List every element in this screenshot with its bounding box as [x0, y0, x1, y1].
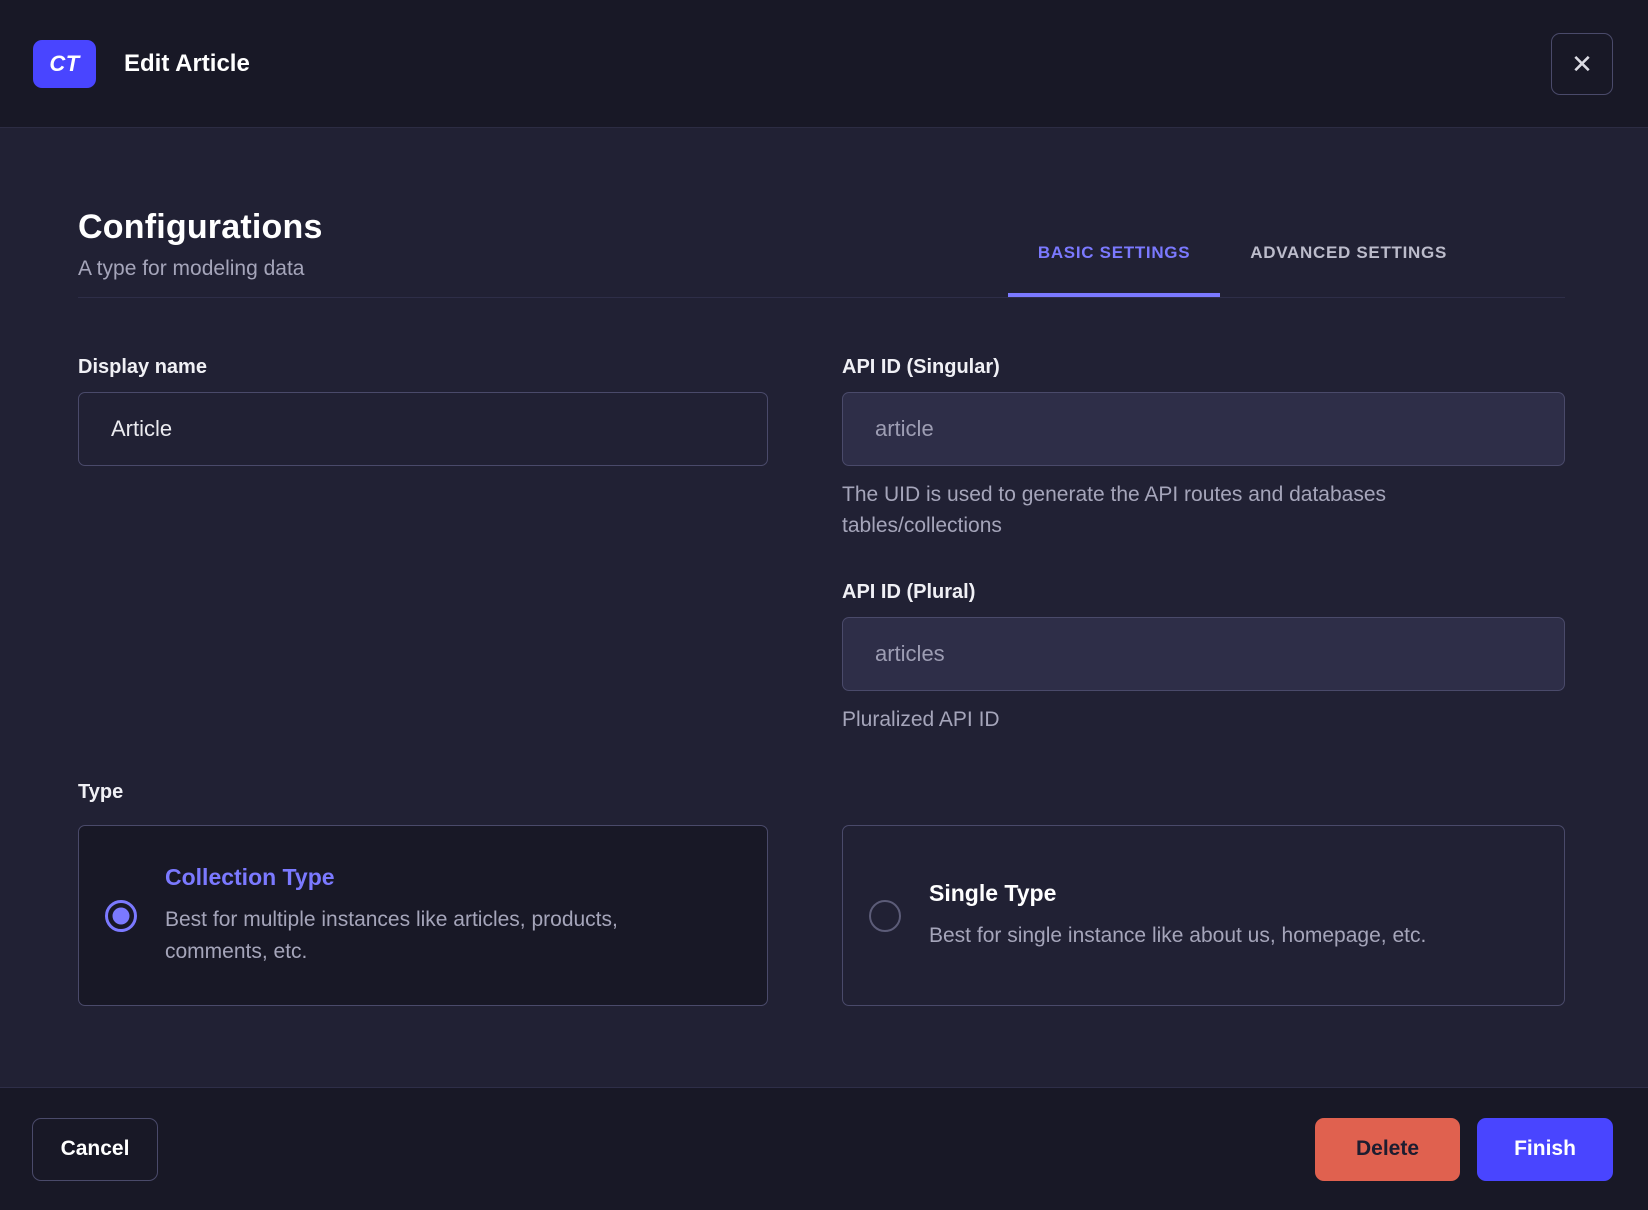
delete-button[interactable]: Delete	[1315, 1117, 1460, 1181]
display-name-label: Display name	[78, 356, 207, 378]
radio-unselected-icon[interactable]	[869, 899, 901, 932]
edit-content-type-modal: CT Edit Article ✕ Configurations A type …	[0, 0, 1648, 1210]
api-id-plural-input	[842, 617, 1565, 691]
modal-title: Edit Article	[124, 49, 250, 77]
configuration-form: Display name API ID (Singular) The UID i…	[78, 356, 1565, 735]
type-options: Collection Type Best for multiple instan…	[78, 825, 1565, 1006]
api-id-plural-field: API ID (Plural) Pluralized API ID	[842, 581, 1565, 735]
api-id-singular-hint: The UID is used to generate the API rout…	[842, 483, 1387, 537]
finish-button[interactable]: Finish	[1477, 1117, 1613, 1181]
type-section: Type Collection Type Best for multiple i…	[78, 781, 1565, 1006]
single-type-description: Best for single instance like about us, …	[929, 923, 1427, 947]
option-collection-type[interactable]: Collection Type Best for multiple instan…	[78, 825, 768, 1006]
single-type-title: Single Type	[929, 879, 1057, 906]
page-subtitle: A type for modeling data	[78, 257, 305, 280]
option-text: Collection Type Best for multiple instan…	[165, 864, 725, 968]
api-id-singular-input	[842, 392, 1565, 466]
collection-type-description: Best for multiple instances like article…	[165, 907, 618, 963]
settings-tabs: BASIC SETTINGS ADVANCED SETTINGS	[1007, 225, 1477, 297]
api-id-singular-field: API ID (Singular) The UID is used to gen…	[842, 356, 1565, 541]
api-id-column: API ID (Singular) The UID is used to gen…	[842, 356, 1565, 735]
heading-row: Configurations A type for modeling data …	[78, 208, 1565, 298]
option-text: Single Type Best for single instance lik…	[929, 880, 1426, 952]
radio-selected-icon[interactable]	[105, 899, 137, 932]
api-id-plural-hint: Pluralized API ID	[842, 708, 1000, 731]
cancel-button[interactable]: Cancel	[32, 1117, 158, 1181]
modal-body: Configurations A type for modeling data …	[0, 128, 1648, 1087]
content-type-badge-icon: CT	[33, 39, 96, 88]
close-icon: ✕	[1571, 48, 1593, 79]
modal-header: CT Edit Article ✕	[0, 0, 1648, 128]
tab-basic-settings[interactable]: BASIC SETTINGS	[1007, 225, 1221, 297]
collection-type-title: Collection Type	[165, 863, 335, 890]
display-name-field: Display name	[78, 356, 768, 735]
heading-left: Configurations A type for modeling data	[78, 208, 323, 297]
close-button[interactable]: ✕	[1551, 32, 1613, 95]
api-id-singular-label: API ID (Singular)	[842, 356, 1000, 378]
option-single-type[interactable]: Single Type Best for single instance lik…	[842, 825, 1565, 1006]
tab-advanced-settings[interactable]: ADVANCED SETTINGS	[1220, 225, 1477, 297]
modal-footer: Cancel Delete Finish	[0, 1087, 1648, 1210]
display-name-input[interactable]	[78, 392, 768, 466]
api-id-plural-label: API ID (Plural)	[842, 581, 976, 603]
type-label: Type	[78, 781, 124, 803]
page-title: Configurations	[78, 208, 323, 246]
